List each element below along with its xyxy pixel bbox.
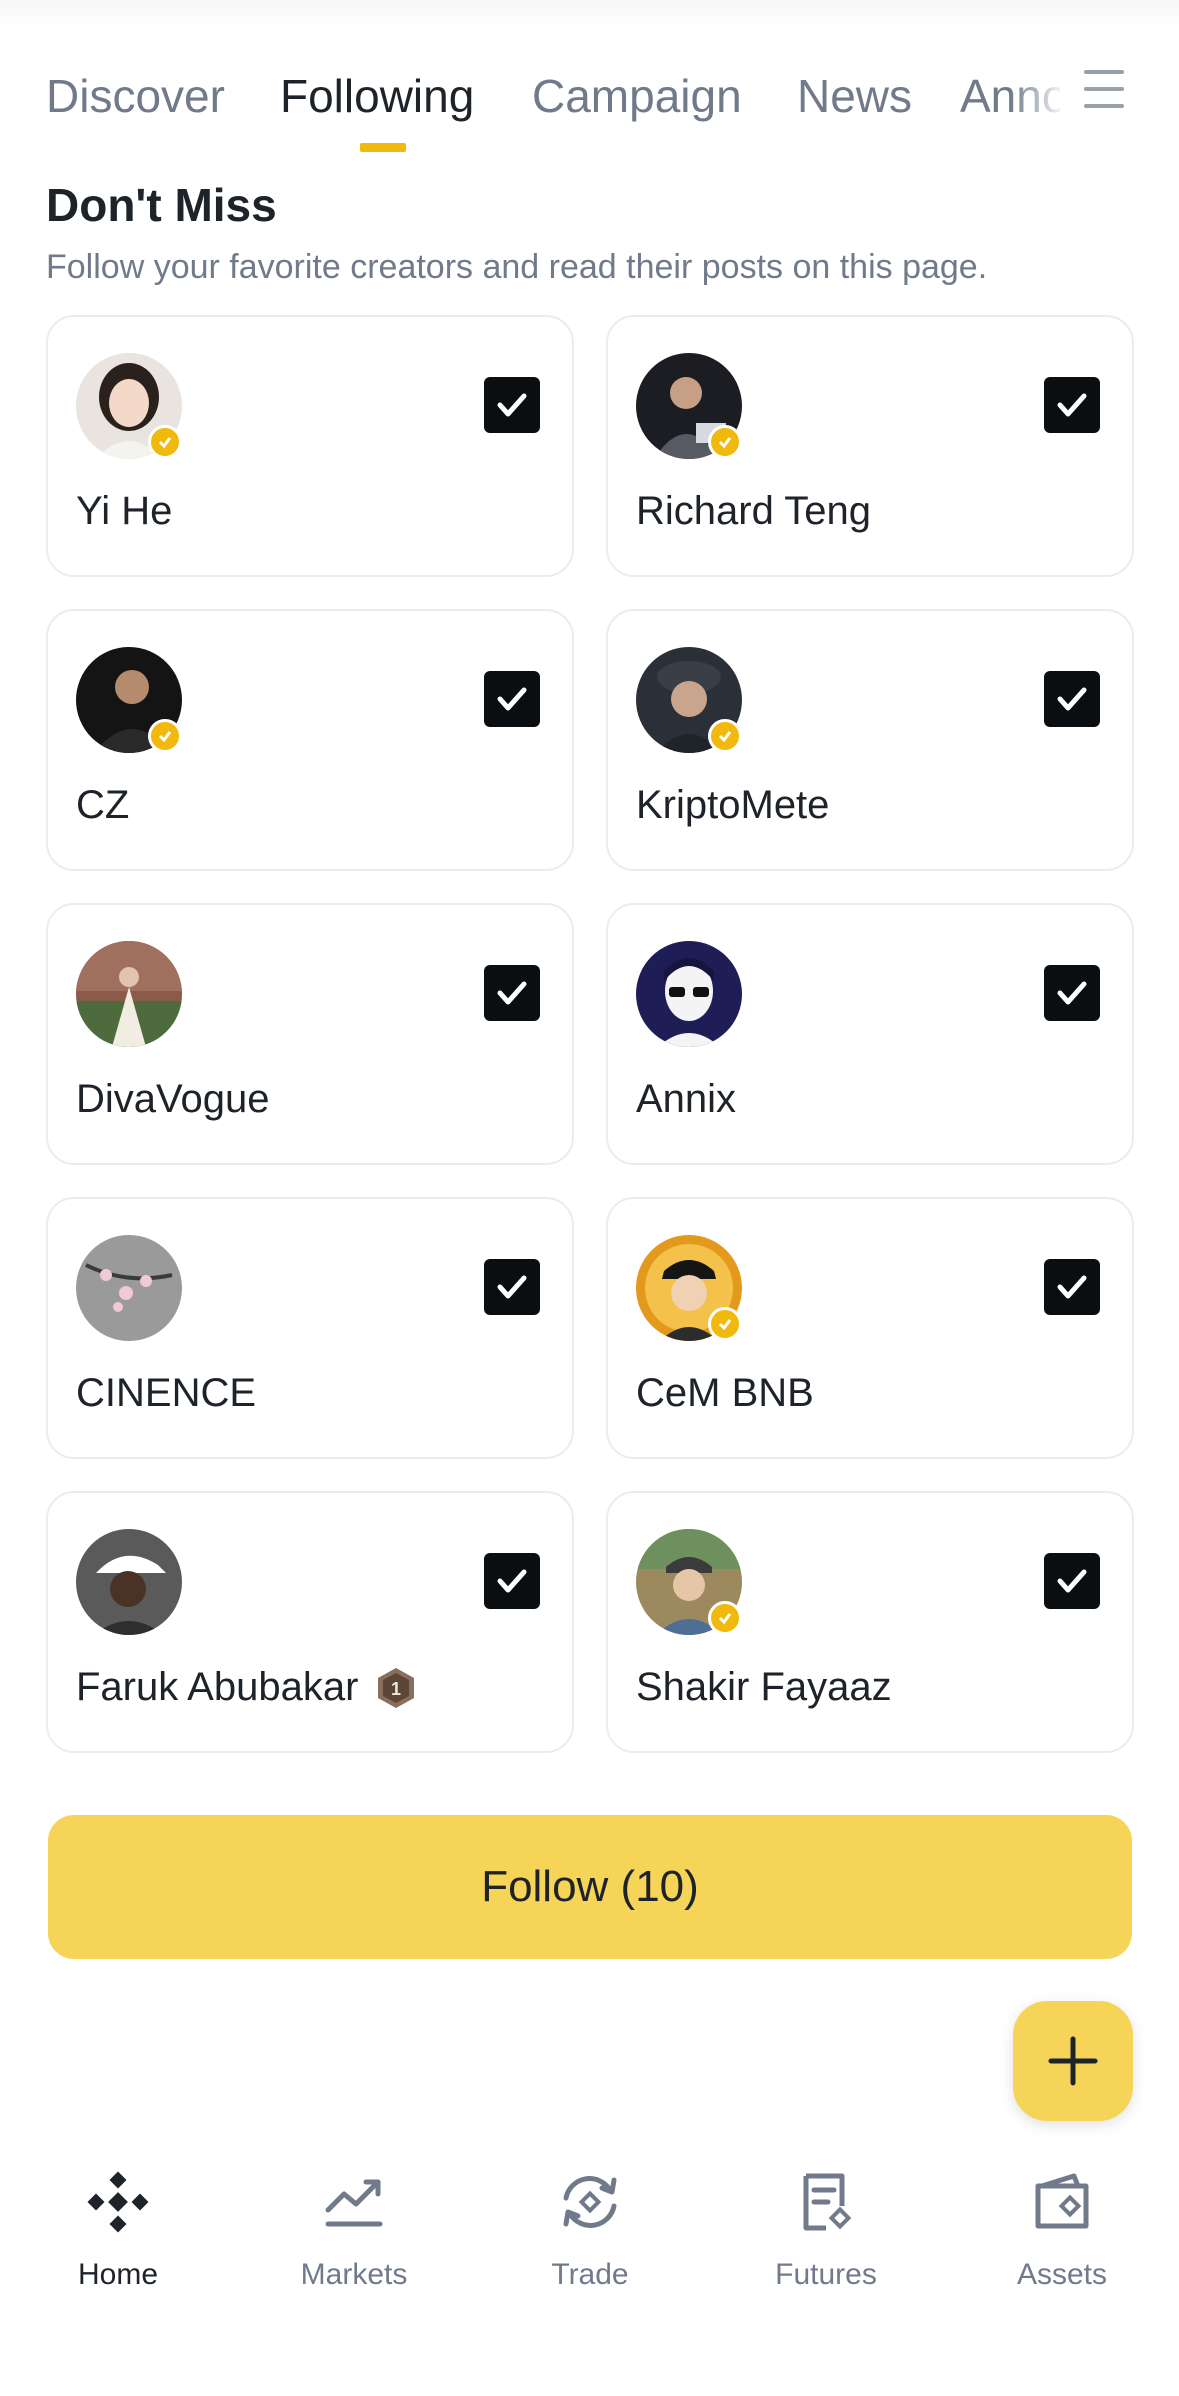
- avatar: [76, 1235, 182, 1341]
- nav-label: Markets: [300, 2258, 408, 2291]
- creator-name: Annix: [636, 1077, 737, 1121]
- tab-discover[interactable]: Discover: [46, 66, 225, 126]
- tab-news[interactable]: News: [797, 66, 912, 126]
- avatar: [636, 941, 742, 1047]
- creator-card-kriptomete[interactable]: KriptoMete: [606, 609, 1134, 871]
- checkbox-checked[interactable]: [1044, 965, 1100, 1021]
- trade-swap-icon: [558, 2170, 622, 2234]
- nav-label: Assets: [1016, 2258, 1108, 2291]
- nav-assets[interactable]: Assets: [962, 2170, 1162, 2320]
- creator-name: Richard Teng: [636, 489, 871, 533]
- rank-badge-icon: 1: [374, 1666, 418, 1710]
- checkbox-checked[interactable]: [1044, 377, 1100, 433]
- creator-card-shakir-fayaaz[interactable]: Shakir Fayaaz: [606, 1491, 1134, 1753]
- creator-name: Shakir Fayaaz: [636, 1665, 892, 1709]
- follow-button[interactable]: Follow (10): [48, 1815, 1132, 1959]
- create-post-button[interactable]: [1013, 2001, 1133, 2121]
- verified-badge-icon: [708, 1601, 742, 1635]
- verified-badge-icon: [148, 719, 182, 753]
- creator-card-divavogue[interactable]: DivaVogue: [46, 903, 574, 1165]
- tab-following[interactable]: Following: [280, 66, 474, 126]
- tab-overflow-fade: [1010, 50, 1080, 130]
- checkbox-checked[interactable]: [484, 965, 540, 1021]
- creator-name: Faruk Abubakar 1: [76, 1665, 418, 1710]
- avatar: [76, 941, 182, 1047]
- nav-label: Trade: [551, 2258, 629, 2291]
- creator-name: DivaVogue: [76, 1077, 270, 1121]
- creator-name: CINENCE: [76, 1371, 257, 1415]
- avatar: [76, 1529, 182, 1635]
- active-tab-indicator: [360, 143, 406, 152]
- checkbox-checked[interactable]: [484, 1553, 540, 1609]
- creator-card-faruk-abubakar[interactable]: Faruk Abubakar 1: [46, 1491, 574, 1753]
- checkbox-checked[interactable]: [484, 377, 540, 433]
- checkbox-checked[interactable]: [1044, 1553, 1100, 1609]
- nav-markets[interactable]: Markets: [254, 2170, 454, 2320]
- creator-card-annix[interactable]: Annix: [606, 903, 1134, 1165]
- checkbox-checked[interactable]: [1044, 1259, 1100, 1315]
- nav-trade[interactable]: Trade: [490, 2170, 690, 2320]
- svg-text:1: 1: [391, 1679, 401, 1699]
- verified-badge-icon: [708, 719, 742, 753]
- creator-name: CZ: [76, 783, 130, 827]
- bottom-nav: Home Markets Trade Futures Assets: [0, 2140, 1179, 2396]
- nav-futures[interactable]: Futures: [726, 2170, 926, 2320]
- checkbox-checked[interactable]: [1044, 671, 1100, 727]
- creator-name: CeM BNB: [636, 1371, 814, 1415]
- checkbox-checked[interactable]: [484, 671, 540, 727]
- creator-name: Yi He: [76, 489, 173, 533]
- creator-card-cz[interactable]: CZ: [46, 609, 574, 871]
- wallet-icon: [1030, 2170, 1094, 2234]
- verified-badge-icon: [708, 1307, 742, 1341]
- verified-badge-icon: [708, 425, 742, 459]
- chart-trend-icon: [322, 2170, 386, 2234]
- section-subtitle: Follow your favorite creators and read t…: [46, 248, 988, 286]
- futures-document-icon: [794, 2170, 858, 2234]
- binance-logo-icon: [86, 2170, 150, 2234]
- section-title: Don't Miss: [46, 179, 277, 231]
- creator-card-cinence[interactable]: CINENCE: [46, 1197, 574, 1459]
- tab-campaign[interactable]: Campaign: [532, 66, 742, 126]
- creator-name: KriptoMete: [636, 783, 830, 827]
- status-bar-area: [0, 0, 1179, 30]
- creator-card-cem-bnb[interactable]: CeM BNB: [606, 1197, 1134, 1459]
- nav-label: Futures: [775, 2258, 877, 2291]
- creator-card-richard-teng[interactable]: Richard Teng: [606, 315, 1134, 577]
- following-page: Discover Following Campaign News Anno Do…: [0, 0, 1179, 2396]
- verified-badge-icon: [148, 425, 182, 459]
- checkbox-checked[interactable]: [484, 1259, 540, 1315]
- nav-home[interactable]: Home: [18, 2170, 218, 2320]
- plus-icon: [1048, 2036, 1098, 2086]
- nav-label: Home: [77, 2258, 159, 2291]
- creator-card-yi-he[interactable]: Yi He: [46, 315, 574, 577]
- hamburger-menu-icon[interactable]: [1084, 66, 1128, 112]
